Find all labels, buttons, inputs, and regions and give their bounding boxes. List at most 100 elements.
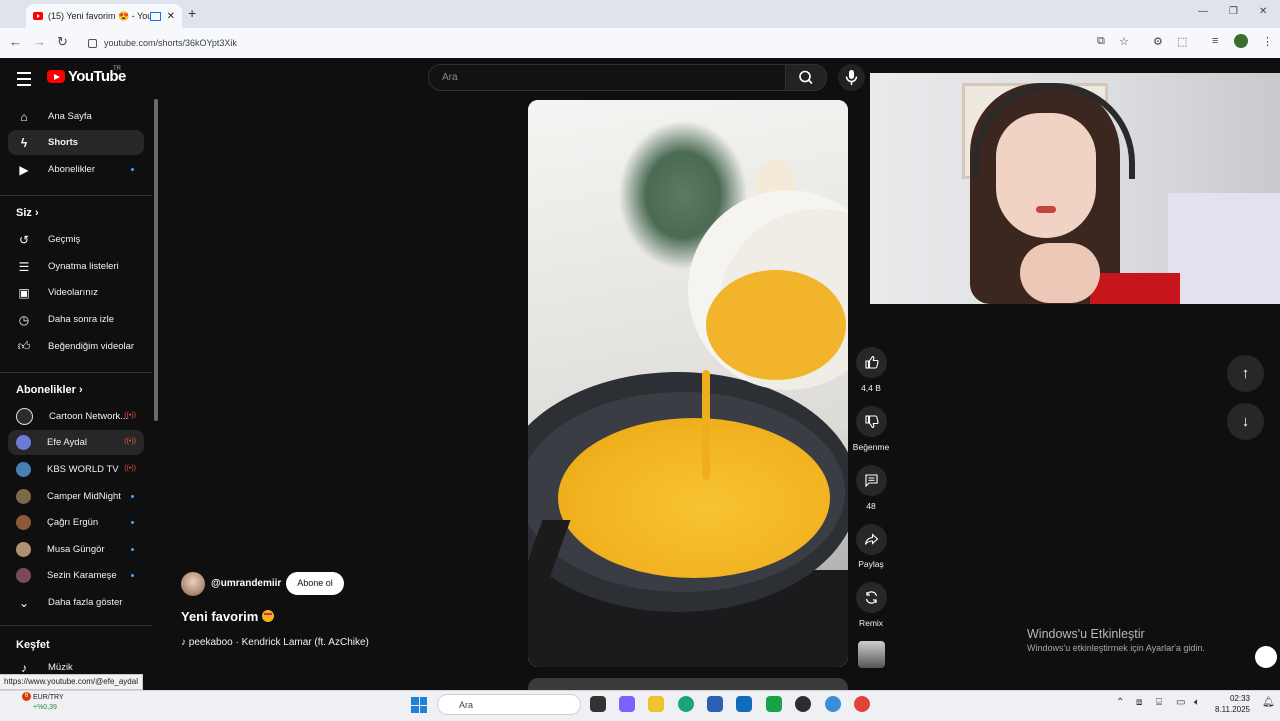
copilot-icon[interactable]	[619, 696, 635, 712]
taskbar-search[interactable]: Ara	[437, 694, 581, 715]
notifications-icon[interactable]: 🔔︎	[1262, 697, 1275, 708]
bookmark-star-icon[interactable]: ☆	[1119, 35, 1129, 48]
sidebar-item-your-videos[interactable]: ▣ Videolarınız	[8, 280, 144, 305]
chrome-profile-icon[interactable]	[825, 696, 841, 712]
channel-avatar	[16, 515, 31, 530]
task-view-icon[interactable]	[590, 696, 606, 712]
volume-icon[interactable]: 🔈︎	[1194, 697, 1200, 708]
sidebar-item-shorts[interactable]: ϟ Shorts	[8, 130, 144, 155]
sidebar-item-watch-later[interactable]: ◷ Daha sonra izle	[8, 307, 144, 332]
copilot-float-icon[interactable]	[1255, 646, 1277, 668]
tab-close-icon[interactable]: ✕	[167, 11, 175, 22]
windows-start-icon[interactable]	[411, 697, 427, 713]
search-input[interactable]	[440, 71, 764, 84]
like-button[interactable]	[856, 347, 887, 378]
show-more-button[interactable]: ⌄ Daha fazla göster	[8, 590, 144, 615]
taskbar-search-label: Ara	[459, 700, 474, 710]
dislike-button[interactable]	[856, 406, 887, 437]
tray-display-icon[interactable]: ▭	[1176, 697, 1185, 708]
forward-icon[interactable]: →	[33, 34, 46, 49]
heart-eyes-emoji-icon	[262, 610, 275, 622]
subscription-item[interactable]: Çağrı Ergün	[8, 510, 144, 535]
comment-count: 48	[866, 501, 876, 511]
new-tab-button[interactable]: +	[188, 5, 196, 21]
share-label: Paylaş	[858, 559, 884, 569]
chrome-icon[interactable]	[854, 696, 870, 712]
sidebar-item-history[interactable]: ↺ Geçmiş	[8, 227, 144, 252]
sidebar-item-home[interactable]: ⌂ Ana Sayfa	[8, 104, 144, 129]
music-note-icon: ♪	[181, 637, 186, 648]
obs-icon[interactable]	[795, 696, 811, 712]
arrow-down-icon: ↓	[1241, 413, 1250, 430]
sidebar-divider	[0, 625, 152, 626]
install-app-icon[interactable]: ⧉	[1097, 35, 1105, 48]
close-window-icon[interactable]: ✕	[1259, 6, 1267, 17]
short-video-player[interactable]	[528, 100, 848, 667]
subscription-item[interactable]: Sezin Karameşe	[8, 563, 144, 588]
remix-button[interactable]	[856, 582, 887, 613]
minimize-icon[interactable]: —	[1198, 6, 1208, 17]
sidebar-scrollbar[interactable]	[154, 99, 158, 421]
chevron-down-icon: ⌄	[18, 595, 30, 610]
site-info-icon[interactable]	[88, 39, 97, 48]
subscription-item[interactable]: Cartoon Network... ((•))	[8, 404, 144, 429]
sidebar-item-playlists[interactable]: ☰ Oynatma listeleri	[8, 254, 144, 279]
sidebar-item-subscriptions[interactable]: ▶ Abonelikler	[8, 157, 144, 182]
arrow-up-icon: ↑	[1241, 365, 1250, 382]
restore-icon[interactable]: ❐	[1229, 6, 1238, 17]
file-explorer-icon[interactable]	[648, 696, 664, 712]
reload-icon[interactable]: ↻	[57, 34, 68, 50]
sidebar-you-header[interactable]: Siz ›	[16, 207, 39, 219]
music-link[interactable]: ♪ peekaboo · Kendrick Lamar (ft. AzChike…	[181, 637, 369, 648]
dislike-label: Beğenme	[852, 442, 890, 452]
live-icon: ((•))	[124, 465, 136, 472]
subscribe-button[interactable]: Abone ol	[286, 572, 344, 595]
audio-track-thumbnail[interactable]	[858, 641, 885, 668]
store-icon[interactable]	[707, 696, 723, 712]
reading-list-icon[interactable]: ≡	[1212, 35, 1218, 47]
subscription-item[interactable]: KBS WORLD TV ((•))	[8, 457, 144, 482]
outlook-icon[interactable]	[736, 696, 752, 712]
ticker-name[interactable]: EUR/TRY	[33, 694, 64, 701]
chevron-right-icon: ›	[78, 384, 83, 396]
subscription-item[interactable]: Camper MidNight	[8, 484, 144, 509]
extension-icon[interactable]: ⚙	[1153, 35, 1163, 48]
microphone-icon	[845, 70, 858, 85]
profile-avatar[interactable]	[1234, 34, 1248, 48]
chrome-menu-icon[interactable]: ⋮	[1262, 35, 1273, 48]
hamburger-menu-icon[interactable]	[17, 72, 31, 86]
music-icon: ♪	[21, 660, 27, 675]
next-short-preview[interactable]	[528, 678, 848, 690]
browser-tab[interactable]: (15) Yeni favorim 😍 - YouTube ✕	[26, 4, 182, 28]
url-field[interactable]: youtube.com/shorts/36kOYpt3Xik	[78, 33, 1166, 53]
new-content-dot	[131, 168, 134, 171]
voice-search-button[interactable]	[838, 64, 865, 91]
tray-network-icon[interactable]: ⌸	[1156, 697, 1162, 708]
sidebar-subscriptions-header[interactable]: Abonelikler ›	[16, 384, 83, 396]
extensions-puzzle-icon[interactable]: ⬚	[1177, 35, 1187, 48]
taskbar-clock[interactable]: 02:33 8.11.2025	[1210, 693, 1250, 715]
link-hover-status: https://www.youtube.com/@efe_aydal	[0, 674, 143, 690]
subscription-item[interactable]: Efe Aydal ((•))	[8, 430, 144, 455]
tray-app-icon[interactable]: ⧈	[1136, 697, 1142, 708]
edge-icon[interactable]	[678, 696, 694, 712]
share-button[interactable]	[856, 524, 887, 555]
tab-audio-icon[interactable]	[149, 11, 161, 21]
youtube-logo-icon[interactable]	[47, 70, 65, 83]
next-short-button[interactable]: ↓	[1227, 403, 1264, 440]
sidebar-item-label: Geçmiş	[48, 234, 81, 245]
remix-label: Remix	[858, 618, 884, 628]
subscription-item[interactable]: Musa Güngör	[8, 537, 144, 562]
previous-short-button[interactable]: ↑	[1227, 355, 1264, 392]
channel-avatar[interactable]	[181, 572, 205, 596]
channel-avatar	[16, 408, 33, 425]
sidebar-item-liked-videos[interactable]: 👍︎ Beğendiğim videolar	[8, 334, 144, 359]
short-title: Yeni favorim	[181, 609, 275, 624]
channel-label: Sezin Karameşe	[47, 570, 117, 581]
channel-name[interactable]: @umrandemiir	[211, 578, 281, 589]
back-icon[interactable]: ←	[9, 34, 22, 49]
tray-chevron-icon[interactable]: ⌃	[1116, 697, 1124, 708]
xbox-icon[interactable]	[766, 696, 782, 712]
comments-button[interactable]	[856, 465, 887, 496]
search-button[interactable]	[785, 64, 827, 91]
